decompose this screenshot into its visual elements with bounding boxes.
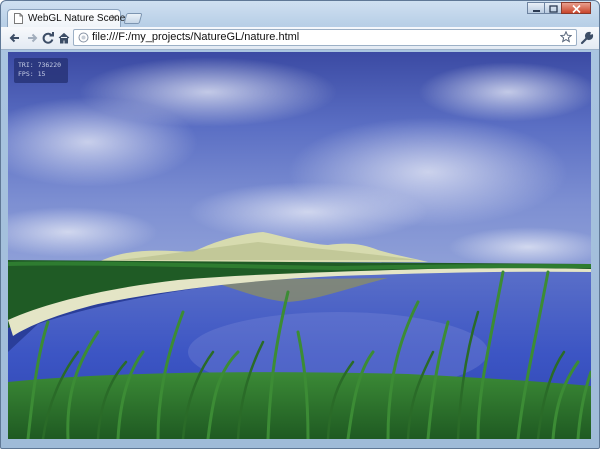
maximize-button[interactable] [544,2,562,14]
tab-webgl-nature-scene[interactable]: WebGL Nature Scene × [7,9,125,28]
address-bar[interactable]: file:///F:/my_projects/NatureGL/nature.h… [73,29,577,46]
stats-overlay: TRI: 736220 FPS: 15 [14,58,68,83]
reload-icon[interactable] [40,30,56,46]
wrench-icon[interactable] [579,30,595,46]
tab-close-icon[interactable]: × [110,11,119,24]
browser-window: WebGL Nature Scene × file:///F:/my_proje… [0,0,600,449]
back-arrow-icon[interactable] [7,30,23,46]
title-bar[interactable]: WebGL Nature Scene × [1,1,599,28]
url-text[interactable]: file:///F:/my_projects/NatureGL/nature.h… [92,31,299,43]
nature-scene [8,52,591,439]
page-icon [14,13,23,24]
window-controls [527,2,591,16]
minimize-button[interactable] [527,2,545,14]
triangle-count: TRI: 736220 [18,61,62,69]
new-tab-button[interactable] [123,13,143,24]
foreground-grass [8,372,591,439]
webgl-canvas[interactable]: TRI: 736220 FPS: 15 [8,52,591,439]
star-icon[interactable] [560,31,572,43]
fps-counter: FPS: 15 [18,70,46,78]
close-button[interactable] [561,2,591,14]
close-icon [572,4,581,14]
home-icon[interactable] [56,30,72,46]
page-info-icon[interactable] [78,32,89,43]
browser-toolbar: file:///F:/my_projects/NatureGL/nature.h… [1,27,599,50]
clouds [8,57,591,267]
forward-arrow-icon[interactable] [24,30,40,46]
